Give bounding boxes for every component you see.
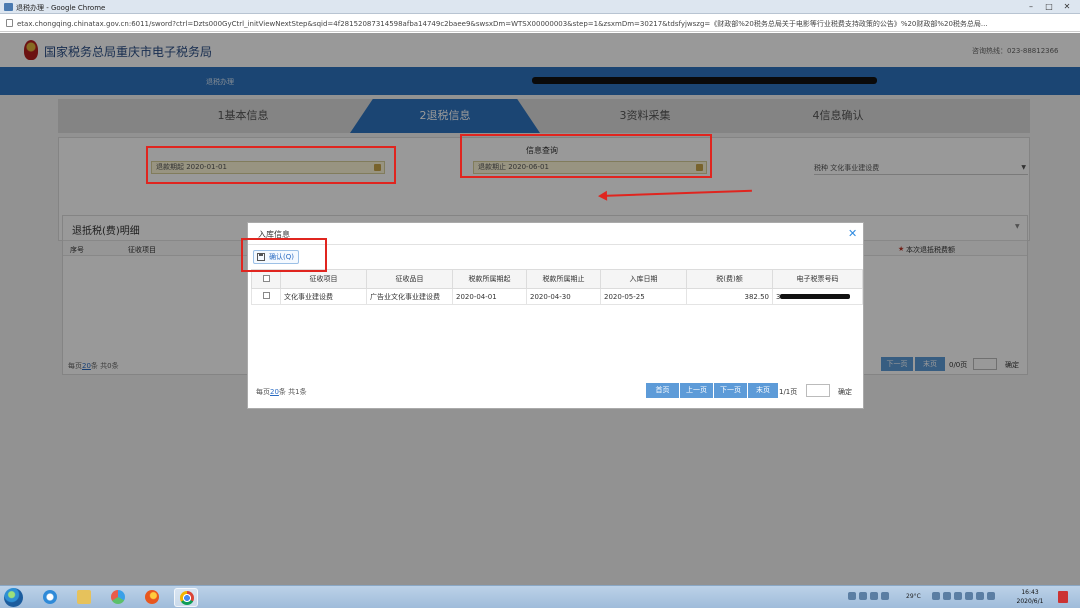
chrome-icon bbox=[4, 3, 13, 11]
tray-icon[interactable] bbox=[976, 592, 984, 600]
window-title: 退税办理 - Google Chrome bbox=[16, 4, 106, 12]
tray-icon[interactable] bbox=[987, 592, 995, 600]
row-checkbox[interactable] bbox=[262, 292, 270, 299]
tray-icon[interactable] bbox=[932, 592, 940, 600]
cell-period-end: 2020-04-30 bbox=[526, 288, 601, 305]
first-page-button[interactable]: 首页 bbox=[646, 383, 679, 398]
tray-icon[interactable] bbox=[870, 592, 878, 600]
cell-period-start: 2020-04-01 bbox=[452, 288, 527, 305]
next-page-button[interactable]: 下一页 bbox=[714, 383, 747, 398]
tray-icon[interactable] bbox=[848, 592, 856, 600]
url-text[interactable]: etax.chongqing.chinatax.gov.cn:6011/swor… bbox=[17, 19, 1072, 29]
weather-text[interactable]: 29°C bbox=[906, 593, 921, 600]
row-select-cell[interactable] bbox=[251, 288, 281, 305]
cell-amount: 382.50 bbox=[686, 288, 773, 305]
table-header-row: 征收项目 征收品目 税款所属期起 税款所属期止 入库日期 税(费)额 电子税票号… bbox=[251, 269, 863, 289]
column-header: 征收项目 bbox=[280, 269, 367, 289]
column-header: 税(费)额 bbox=[686, 269, 773, 289]
page-number-input[interactable] bbox=[806, 384, 830, 397]
warehousing-table: 征收项目 征收品目 税款所属期起 税款所属期止 入库日期 税(费)额 电子税票号… bbox=[251, 269, 863, 305]
select-all-cell[interactable] bbox=[251, 269, 281, 289]
close-icon[interactable]: ✕ bbox=[848, 227, 857, 240]
app-icon[interactable] bbox=[106, 588, 130, 607]
clock-date: 2020/6/1 bbox=[1016, 598, 1044, 605]
redacted-ticket-number bbox=[780, 294, 851, 299]
column-header: 征收品目 bbox=[366, 269, 453, 289]
chrome-taskbar-icon[interactable] bbox=[174, 588, 198, 607]
annotation-box-start-date bbox=[146, 146, 396, 184]
page-size-suffix: 条 共1条 bbox=[278, 388, 307, 396]
tray-icon[interactable] bbox=[943, 592, 951, 600]
address-bar[interactable]: etax.chongqing.chinatax.gov.cn:6011/swor… bbox=[0, 15, 1080, 32]
minimize-icon[interactable]: – bbox=[1024, 2, 1038, 12]
tray-icon[interactable] bbox=[965, 592, 973, 600]
start-button-icon[interactable] bbox=[4, 588, 23, 607]
clock-time: 16:43 bbox=[1021, 589, 1039, 596]
cell-ticket: 3 bbox=[772, 288, 863, 305]
column-header: 电子税票号码 bbox=[772, 269, 863, 289]
table-row[interactable]: 文化事业建设费 广告业文化事业建设费 2020-04-01 2020-04-30… bbox=[251, 288, 863, 305]
system-tray: 29°C bbox=[848, 592, 1004, 602]
maximize-icon[interactable]: □ bbox=[1042, 2, 1056, 12]
page-info: 1/1页 bbox=[779, 388, 798, 396]
ie-icon[interactable] bbox=[38, 588, 62, 607]
column-header: 税款所属期止 bbox=[526, 269, 601, 289]
taskbar: 29°C 16:43 2020/6/1 bbox=[0, 585, 1080, 608]
close-window-icon[interactable]: ✕ bbox=[1060, 2, 1074, 12]
tray-icon[interactable] bbox=[859, 592, 867, 600]
select-all-checkbox[interactable] bbox=[262, 274, 270, 282]
page-size-prefix: 每页 bbox=[256, 388, 270, 396]
explorer-folder-icon[interactable] bbox=[72, 588, 96, 607]
cell-sub-item: 广告业文化事业建设费 bbox=[366, 288, 453, 305]
annotation-box-end-date bbox=[460, 134, 712, 178]
tray-icon[interactable] bbox=[881, 592, 889, 600]
lock-icon bbox=[6, 19, 13, 27]
go-button[interactable]: 确定 bbox=[838, 387, 852, 397]
dialog-divider bbox=[248, 244, 863, 245]
firefox-icon[interactable] bbox=[140, 588, 164, 607]
column-header: 入库日期 bbox=[600, 269, 687, 289]
notification-icon[interactable] bbox=[1058, 591, 1068, 603]
cell-item: 文化事业建设费 bbox=[280, 288, 367, 305]
dialog-page-size: 每页20条 共1条 bbox=[256, 387, 307, 397]
tray-icon[interactable] bbox=[954, 592, 962, 600]
page-size-link[interactable]: 20 bbox=[270, 388, 279, 396]
clock[interactable]: 16:43 2020/6/1 bbox=[1012, 588, 1048, 606]
cell-date: 2020-05-25 bbox=[600, 288, 687, 305]
warehousing-info-dialog: 入库信息 ✕ 确认(Q) 征收项目 征收品目 税款所属期起 税款所属期止 入库日… bbox=[247, 222, 864, 409]
window-titlebar: 退税办理 - Google Chrome – □ ✕ bbox=[0, 0, 1080, 14]
annotation-box-confirm bbox=[241, 238, 327, 272]
last-page-button[interactable]: 末页 bbox=[748, 383, 778, 398]
prev-page-button[interactable]: 上一页 bbox=[680, 383, 713, 398]
column-header: 税款所属期起 bbox=[452, 269, 527, 289]
